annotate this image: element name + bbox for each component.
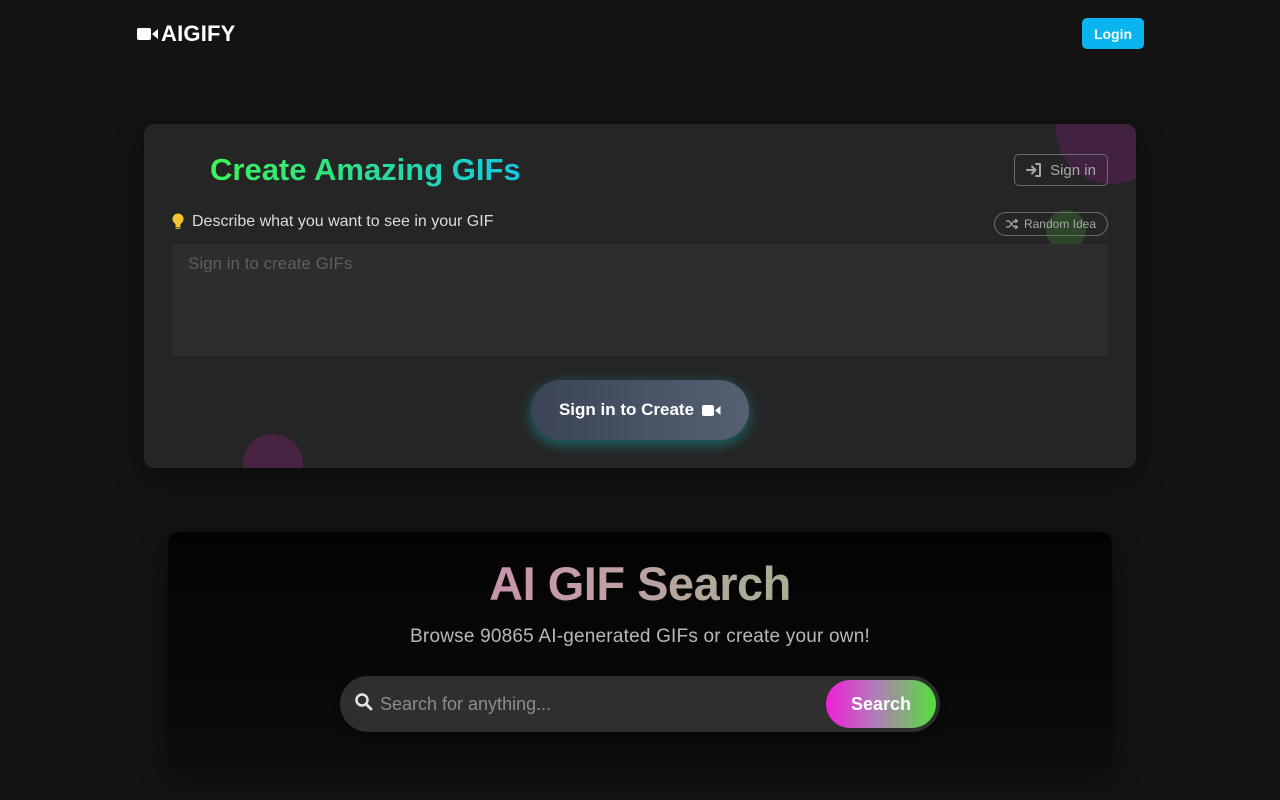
prompt-label: Describe what you want to see in your GI…	[172, 213, 493, 231]
search-title: AI GIF Search	[168, 556, 1112, 611]
sign-in-icon	[1026, 163, 1042, 177]
search-input[interactable]	[380, 684, 820, 724]
random-idea-label: Random Idea	[1023, 217, 1097, 231]
random-idea-button[interactable]: Random Idea	[994, 212, 1108, 236]
sign-in-button[interactable]: Sign in	[1014, 154, 1108, 186]
search-subtitle: Browse 90865 AI-generated GIFs or create…	[410, 626, 870, 647]
logo-text: AIGIFY	[161, 21, 236, 46]
search-icon	[355, 693, 373, 711]
decorative-circle	[243, 434, 303, 468]
login-button[interactable]: Login	[1082, 18, 1144, 49]
logo[interactable]: AIGIFY	[137, 21, 236, 47]
prompt-label-text: Describe what you want to see in your GI…	[192, 213, 494, 230]
gif-search-section: AI GIF Search Browse 90865 AI-generated …	[168, 532, 1112, 768]
create-gif-card: Create Amazing GIFs Sign in Describe wha…	[144, 124, 1136, 468]
create-title: Create Amazing GIFs	[210, 152, 521, 187]
video-camera-icon	[702, 404, 721, 416]
sign-in-label: Sign in	[1050, 161, 1096, 179]
prompt-textarea[interactable]	[172, 244, 1108, 356]
sign-in-to-create-button[interactable]: Sign in to Create	[531, 380, 749, 440]
top-navbar: AIGIFY Login	[0, 0, 1280, 68]
search-bar: Search	[340, 676, 940, 732]
lightbulb-icon	[172, 213, 184, 229]
create-button-label: Sign in to Create	[558, 400, 695, 419]
search-button[interactable]: Search	[826, 680, 936, 728]
video-camera-icon	[137, 28, 158, 40]
shuffle-icon	[1005, 219, 1018, 229]
